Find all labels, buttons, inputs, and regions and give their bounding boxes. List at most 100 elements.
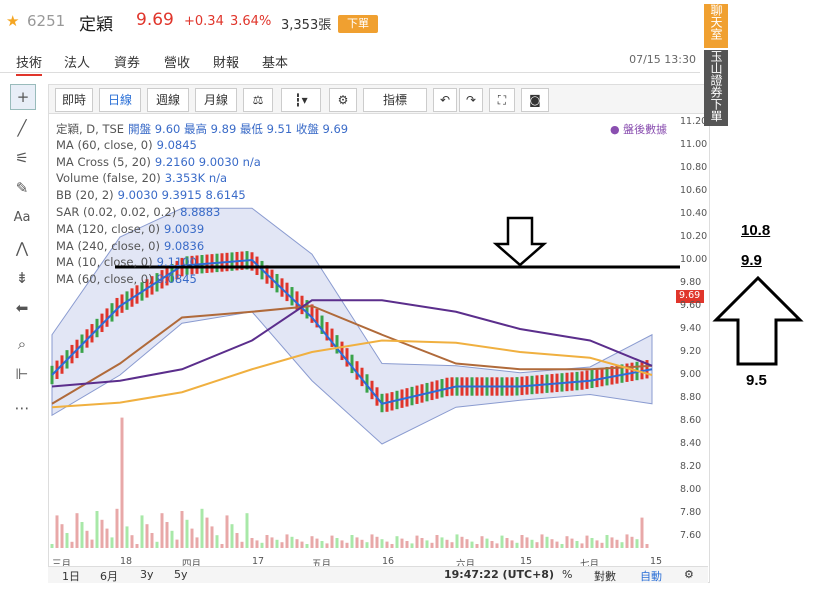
y-tick-label: 10.60 [680, 185, 708, 196]
legend-row[interactable]: SAR (0.02, 0.02, 0.2) 8.8883 [56, 205, 220, 219]
legend-row[interactable]: BB (20, 2) 9.0030 9.3915 8.6145 [56, 188, 246, 202]
stock-code: 6251 [27, 12, 66, 30]
legend-row[interactable]: 定穎, D, TSE 開盤 9.60 最高 9.89 最低 9.51 收盤 9.6… [56, 121, 348, 137]
y-tick-label: 10.40 [680, 208, 708, 219]
chart-toolbar: 即時 日線 週線 月線 ⚖ ┇▾ ⚙ 指標 ↶ ↷ ⛶ ◙ [48, 84, 710, 114]
annotation-9-5: 9.5 [746, 372, 767, 389]
broker-order-label: 玉山證券下單 [709, 50, 723, 122]
stock-name: 定穎 [79, 15, 113, 35]
legend-row[interactable]: Volume (false, 20) 3.353K n/a [56, 171, 227, 185]
after-hours-label[interactable]: ● 盤後數據 [610, 121, 667, 137]
legend-values: 9.0836 [163, 238, 205, 253]
measure-icon[interactable]: ⇟ [10, 266, 34, 290]
compare-icon[interactable]: ⚖ [243, 88, 273, 112]
legend-values: 3.353K n/a [164, 171, 228, 186]
text-icon[interactable]: Aa [10, 206, 34, 230]
period-monthly[interactable]: 月線 [195, 88, 237, 112]
gear-icon[interactable]: ⚙ [684, 568, 694, 581]
legend-row[interactable]: MA Cross (5, 20) 9.2160 9.0030 n/a [56, 155, 261, 169]
camera-icon[interactable]: ◙ [521, 88, 549, 112]
y-tick-label: 9.00 [680, 369, 702, 380]
broker-order-badge[interactable]: 玉山證券下單 [704, 50, 728, 126]
annotation-9-9: 9.9 [741, 252, 762, 269]
indicator-label: 指標 [382, 93, 407, 107]
tab-basic[interactable]: 基本 [262, 52, 288, 71]
y-tick-label: 9.60 [680, 300, 702, 311]
up-arrow-annotation [712, 275, 804, 366]
legend-label: MA (240, close, 0) [56, 238, 160, 253]
legend-label: 定穎, D, TSE [56, 122, 125, 136]
y-tick-label: 8.80 [680, 392, 702, 403]
y-tick-label: 10.80 [680, 162, 708, 173]
order-button[interactable]: 下單 [338, 15, 378, 33]
legend-row[interactable]: MA (10, close, 0) 9.1100 [56, 255, 197, 269]
crosshair-icon[interactable]: + [10, 84, 36, 110]
period-realtime[interactable]: 即時 [55, 88, 93, 112]
redo-icon[interactable]: ↷ [459, 88, 483, 112]
annotation-10-8: 10.8 [741, 222, 771, 239]
chat-room-badge[interactable]: 聊天室 [704, 4, 728, 48]
undo-icon[interactable]: ↶ [433, 88, 457, 112]
indicator-button[interactable]: 指標 [363, 88, 427, 112]
legend-label: BB (20, 2) [56, 188, 114, 203]
legend-row[interactable]: MA (120, close, 0) 9.0039 [56, 222, 204, 236]
y-tick-label: 9.80 [680, 277, 702, 288]
fib-icon[interactable]: ⚟ [10, 146, 34, 170]
stock-header: ★ 6251 定穎 9.69 +0.34 3.64% 3,353張 下單 [0, 0, 700, 44]
y-tick-label: 7.60 [680, 530, 702, 541]
trendline-icon[interactable]: ╱ [10, 116, 34, 140]
more-icon[interactable]: ⋯ [10, 396, 34, 420]
legend-values: 8.8883 [180, 205, 221, 219]
y-tick-label: 9.40 [680, 323, 702, 334]
log-toggle[interactable]: 對數 [594, 568, 616, 584]
tab-financials[interactable]: 財報 [213, 52, 239, 71]
legend-row[interactable]: MA (240, close, 0) 9.0836 [56, 239, 204, 253]
zoom-icon[interactable]: ⌕ [10, 332, 34, 356]
arrow-left-icon[interactable]: ⬅ [10, 296, 34, 320]
y-tick-label: 9.20 [680, 346, 702, 357]
range-1d[interactable]: 1日 [62, 568, 80, 584]
y-tick-label: 8.20 [680, 461, 702, 472]
legend-values: 9.1100 [156, 255, 197, 270]
range-5y[interactable]: 5y [174, 568, 188, 581]
price-change-pct: 3.64% [230, 14, 272, 29]
tab-margin[interactable]: 資券 [114, 52, 140, 71]
legend-row[interactable]: MA (60, close, 0) 9.0845 [56, 138, 197, 152]
tab-technical[interactable]: 技術 [16, 52, 43, 76]
legend-label: Volume (false, 20) [56, 171, 161, 186]
y-tick-label: 11.00 [680, 139, 708, 150]
pattern-icon[interactable]: ⋀ [10, 236, 34, 260]
price-tag-text: 9.69 [679, 290, 701, 301]
tab-institutional[interactable]: 法人 [64, 52, 90, 71]
y-tick-label: 8.40 [680, 438, 702, 449]
legend-values: 9.0845 [156, 272, 197, 287]
bottom-bar: 1日 6月 3y 5y 19:47:22 (UTC+8) % 對數 自動 ⚙ [48, 566, 708, 583]
settings-icon[interactable]: ⚙ [329, 88, 357, 112]
auto-toggle[interactable]: 自動 [640, 568, 662, 584]
ruler-icon[interactable]: ⊩ [10, 362, 34, 386]
period-daily[interactable]: 日線 [99, 88, 141, 112]
fullscreen-icon[interactable]: ⛶ [489, 88, 515, 112]
percent-toggle[interactable]: % [562, 568, 572, 581]
brush-icon[interactable]: ✎ [10, 176, 34, 200]
price-change: +0.34 [184, 14, 224, 29]
trade-volume: 3,353張 [281, 18, 332, 33]
y-tick-label: 8.00 [680, 484, 702, 495]
legend-label: MA (120, close, 0) [56, 221, 160, 236]
tab-revenue[interactable]: 營收 [164, 52, 190, 71]
range-6m[interactable]: 6月 [100, 568, 118, 584]
y-tick-label: 10.20 [680, 231, 708, 242]
legend-row[interactable]: MA (60, close, 0) 9.0845 [56, 272, 197, 286]
y-tick-label: 10.00 [680, 254, 708, 265]
legend-values: 9.2160 9.0030 n/a [154, 154, 261, 169]
period-weekly[interactable]: 週線 [147, 88, 189, 112]
legend-label: MA (10, close, 0) [56, 255, 153, 270]
legend-label: MA (60, close, 0) [56, 272, 153, 287]
stock-price: 9.69 [136, 10, 174, 30]
star-icon[interactable]: ★ [6, 12, 19, 30]
timestamp: 07/15 13:30 [629, 53, 696, 66]
range-3y[interactable]: 3y [140, 568, 154, 581]
legend-label: MA (60, close, 0) [56, 137, 153, 152]
legend-values: 9.0845 [156, 137, 197, 152]
candle-type-icon[interactable]: ┇▾ [281, 88, 321, 112]
